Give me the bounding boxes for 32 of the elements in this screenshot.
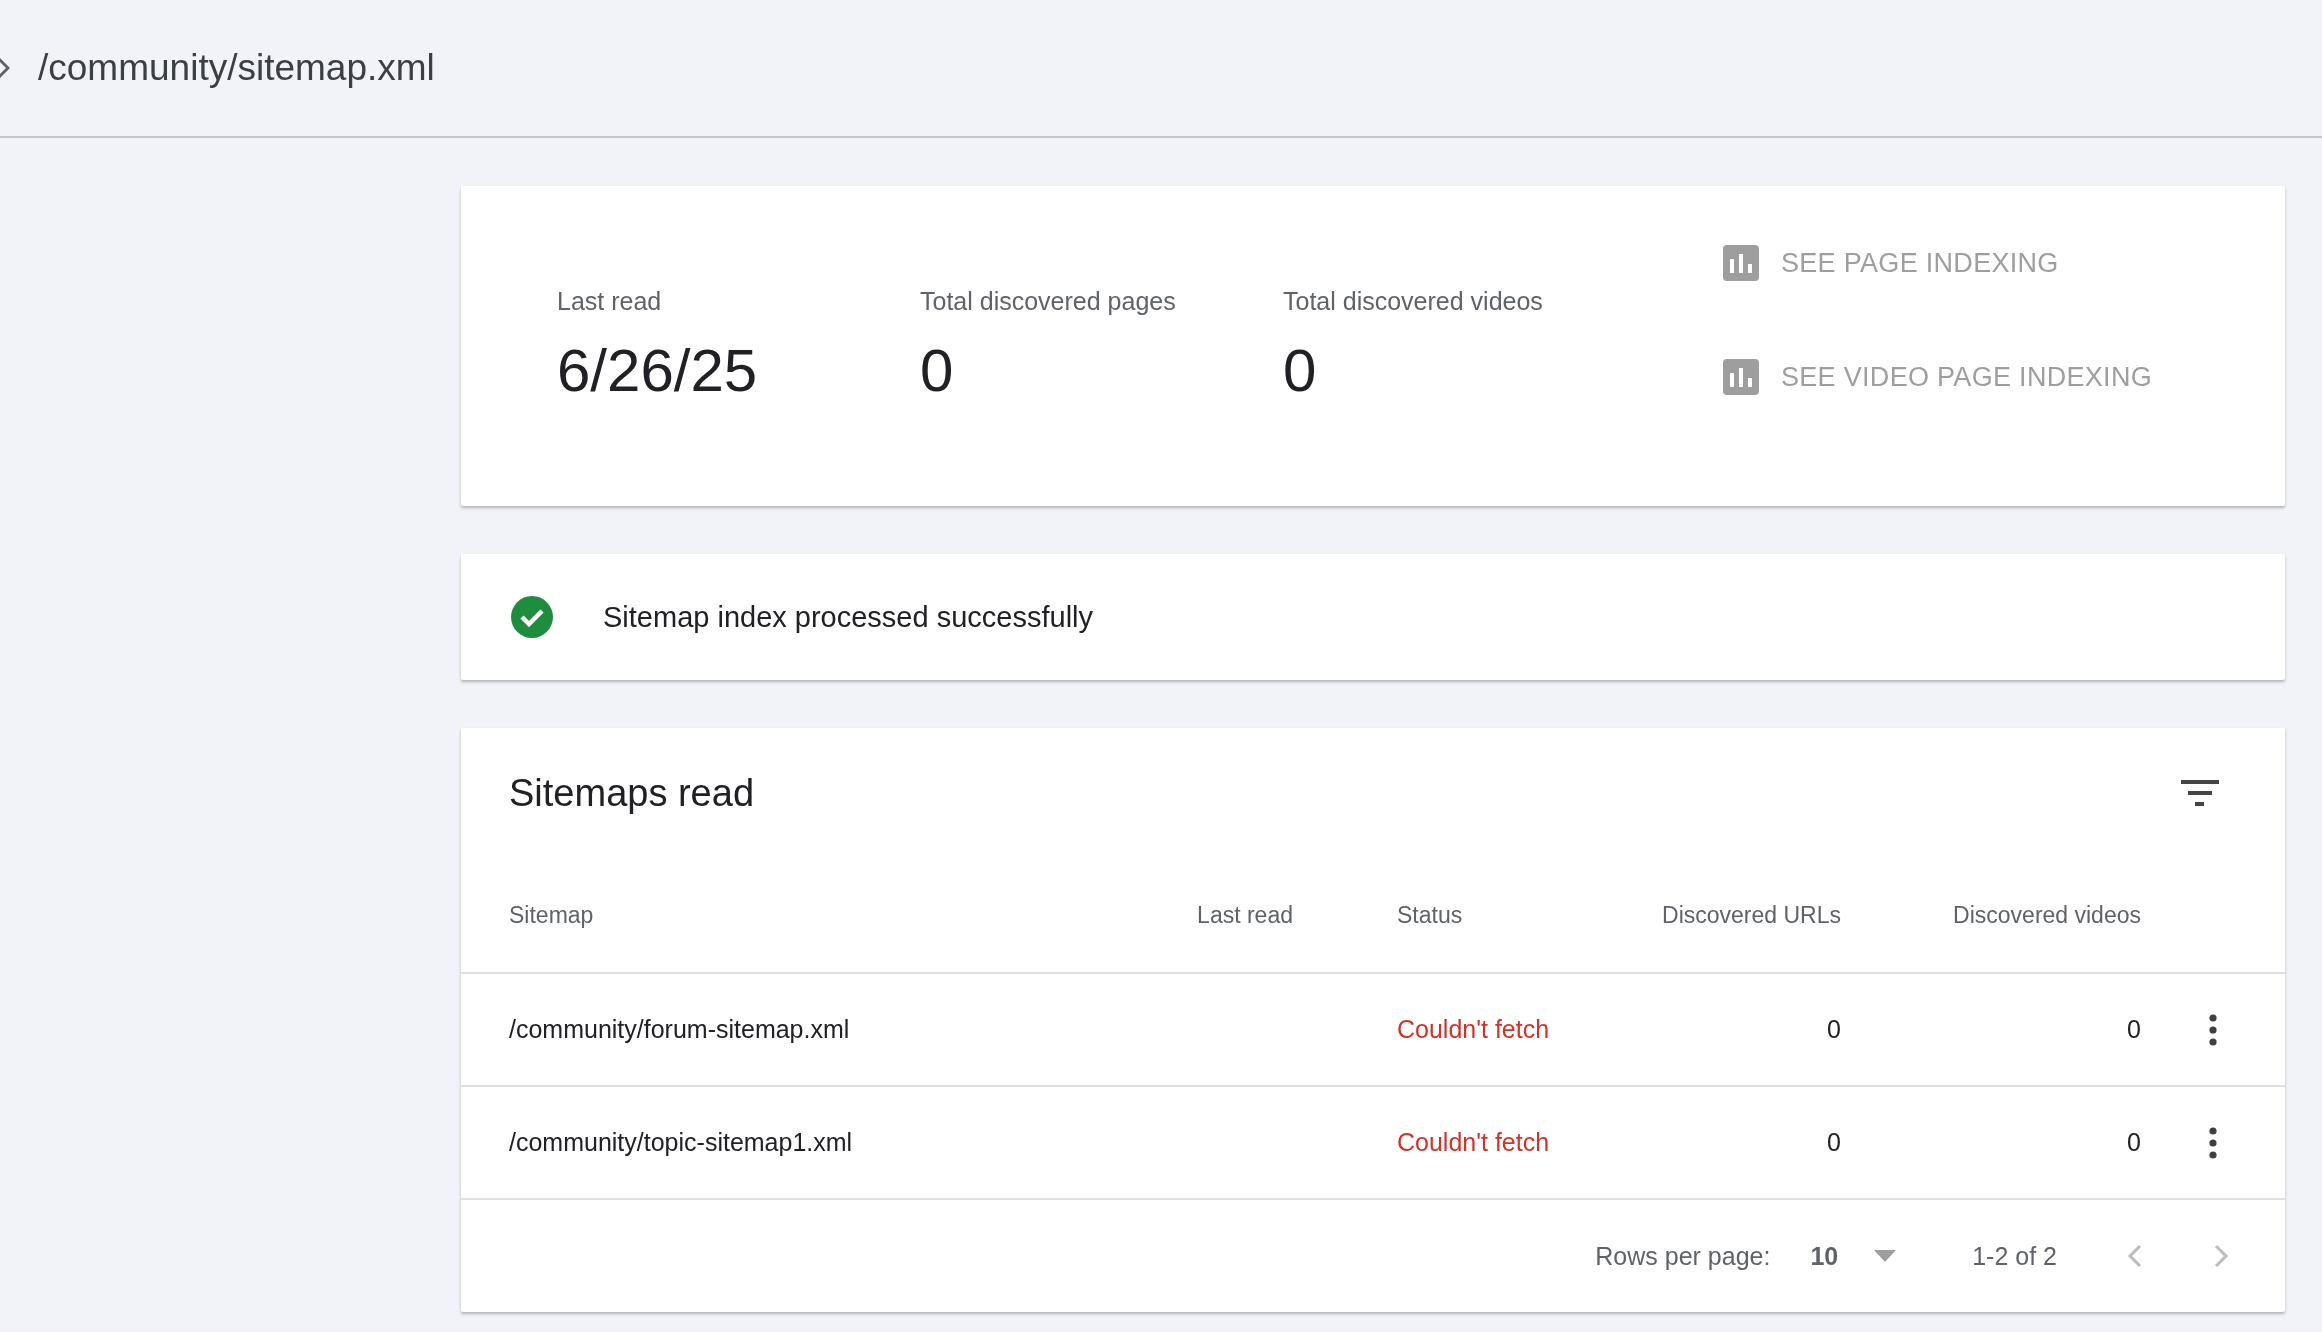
stat-label: Total discovered pages: [920, 287, 1177, 316]
bar-chart-icon: [1723, 245, 1759, 281]
stat-label: Last read: [557, 287, 663, 316]
rows-per-page-value[interactable]: 10: [1810, 1241, 1839, 1271]
status-text: Couldn't fetch: [1397, 1128, 1550, 1157]
card-title: Sitemaps read: [509, 771, 754, 815]
chevron-icon[interactable]: [0, 56, 10, 80]
table-cell: /community/forum-sitemap.xml: [509, 1015, 850, 1044]
rows-per-page-label: Rows per page:: [1595, 1241, 1771, 1271]
table-cell: 0: [1827, 1128, 1841, 1157]
stat-value: 0: [1283, 336, 1318, 405]
table-cell: 0: [2127, 1015, 2141, 1044]
filter-icon[interactable]: [2181, 778, 2219, 808]
column-header: Last read: [1197, 901, 1293, 929]
column-header: Sitemap: [509, 901, 594, 929]
more-icon[interactable]: [2208, 1126, 2218, 1159]
bar-chart-icon: [1723, 359, 1759, 395]
more-icon[interactable]: [2208, 1013, 2218, 1046]
status-text: Couldn't fetch: [1397, 1015, 1550, 1044]
stat-value: 6/26/25: [557, 336, 759, 405]
stat-value: 0: [920, 336, 955, 405]
table-cell: 0: [2127, 1128, 2141, 1157]
column-header: Discovered URLs: [1662, 901, 1841, 929]
stat-label: Total discovered videos: [1283, 287, 1544, 316]
column-header: Status: [1397, 901, 1463, 929]
status-message: Sitemap index processed successfully: [603, 600, 1093, 634]
dropdown-caret-icon[interactable]: [1874, 1250, 1897, 1262]
page-range: 1-2 of 2: [1972, 1241, 2057, 1271]
table-cell: /community/topic-sitemap1.xml: [509, 1128, 853, 1157]
table-cell: 0: [1827, 1015, 1841, 1044]
page-title: /community/sitemap.xml: [38, 47, 435, 89]
column-header: Discovered videos: [1953, 901, 2141, 929]
